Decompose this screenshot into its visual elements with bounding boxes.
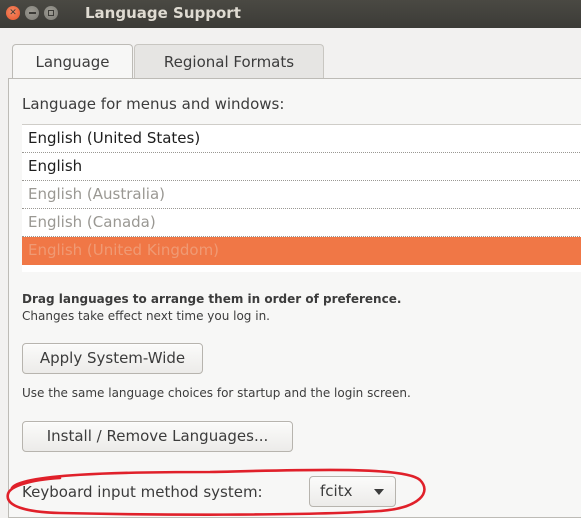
change-hint: Changes take effect next time you log in… (22, 309, 270, 323)
language-section-label: Language for menus and windows: (22, 95, 285, 113)
keyboard-input-method-label: Keyboard input method system: (22, 483, 263, 501)
drag-hint: Drag languages to arrange them in order … (22, 292, 402, 306)
title-bar: ✕ Language Support (0, 0, 581, 28)
apply-system-wide-button[interactable]: Apply System-Wide (22, 343, 203, 374)
keyboard-input-method-value: fcitx (320, 482, 353, 500)
install-remove-languages-button[interactable]: Install / Remove Languages... (22, 421, 293, 452)
maximize-icon[interactable] (44, 6, 58, 20)
keyboard-input-method-select[interactable]: fcitx (309, 476, 396, 507)
apply-note: Use the same language choices for startu… (22, 386, 411, 400)
list-item[interactable]: English (Canada) (22, 209, 581, 237)
tab-language[interactable]: Language (12, 44, 133, 78)
list-item[interactable]: English (Australia) (22, 181, 581, 209)
chevron-down-icon (374, 489, 384, 495)
list-item-selected[interactable]: English (United Kingdom) (22, 237, 581, 265)
close-icon[interactable]: ✕ (6, 6, 20, 20)
window-title: Language Support (85, 4, 241, 22)
minimize-icon[interactable] (25, 6, 39, 20)
tab-regional-formats[interactable]: Regional Formats (134, 44, 324, 78)
tab-strip: Language Regional Formats (8, 44, 581, 78)
language-list[interactable]: English (United States) English English … (22, 124, 581, 272)
list-item[interactable]: English (United States) (22, 125, 581, 153)
list-item[interactable]: English (22, 153, 581, 181)
